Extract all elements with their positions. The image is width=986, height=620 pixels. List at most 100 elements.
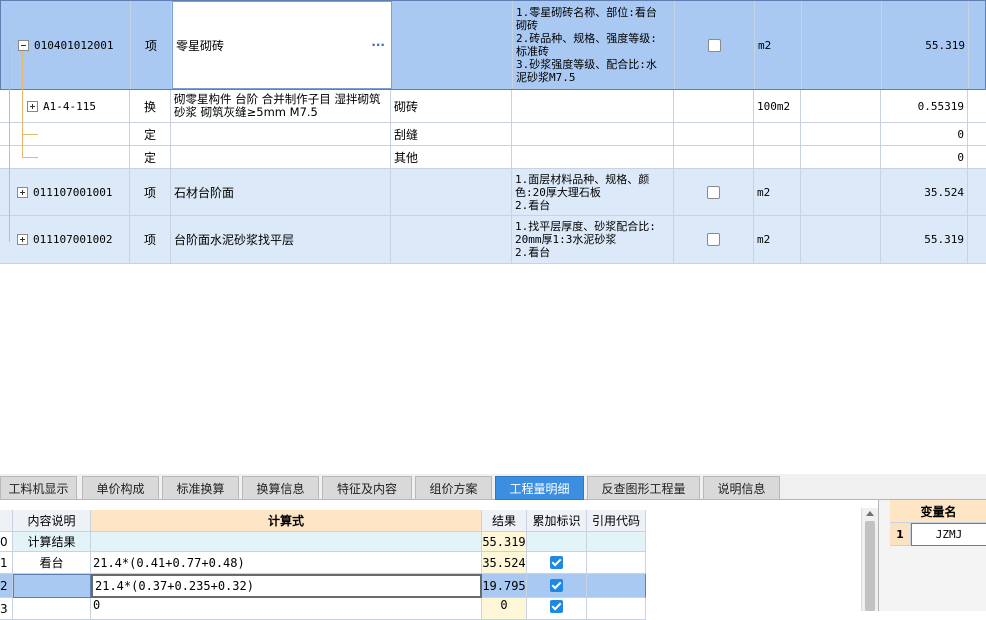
formula-cell-editing[interactable]: 21.4*(0.37+0.235+0.32) — [91, 574, 482, 598]
content-cell[interactable] — [391, 169, 512, 215]
features-cell[interactable] — [512, 146, 674, 168]
type-cell: 项 — [131, 1, 172, 89]
collapse-icon[interactable] — [18, 39, 29, 51]
accum-cell[interactable] — [527, 552, 587, 574]
extra-cell[interactable] — [801, 146, 881, 168]
features-cell[interactable]: 1.找平层厚度、砂浆配合比: 20mm厚1:3水泥砂浆 2.看台 — [512, 216, 674, 263]
code-cell[interactable]: 011107001001 — [0, 169, 130, 215]
expand-icon[interactable] — [17, 234, 28, 245]
checkbox-cell[interactable] — [675, 1, 755, 89]
item-checkbox[interactable] — [708, 38, 721, 52]
table-row[interactable]: 定 刮缝 0 — [0, 123, 986, 146]
tab-quantity-detail[interactable]: 工程量明细 — [495, 476, 584, 500]
unit-cell[interactable]: m2 — [754, 169, 801, 215]
tab-material-display[interactable]: 工料机显示 — [0, 476, 77, 500]
unit-cell[interactable] — [754, 146, 801, 168]
content-cell[interactable]: 其他 — [391, 146, 512, 168]
quantity-cell[interactable]: 0.55319 — [881, 90, 968, 122]
table-row-selected[interactable]: 010401012001 项 零星砌砖 ··· 1.零星砌砖名称、部位:看台 砌… — [0, 0, 986, 90]
code-cell[interactable]: 011107001002 — [0, 216, 130, 263]
features-cell[interactable] — [512, 90, 674, 122]
tab-features-content[interactable]: 特征及内容 — [322, 476, 412, 500]
extra-cell[interactable] — [802, 1, 882, 89]
checkbox-cell[interactable] — [674, 146, 754, 168]
formula-cell[interactable]: 21.4*(0.41+0.77+0.48) — [91, 552, 482, 574]
features-cell[interactable]: 1.面层材料品种、规格、颜 色:20厚大理石板 2.看台 — [512, 169, 674, 215]
expand-icon[interactable] — [17, 186, 28, 198]
ref-cell[interactable] — [587, 574, 646, 598]
unit-cell[interactable] — [754, 123, 801, 145]
item-checkbox[interactable] — [707, 233, 720, 246]
extra-cell[interactable] — [801, 90, 881, 122]
desc-cell[interactable]: 计算结果 — [13, 532, 91, 552]
content-cell[interactable] — [392, 1, 513, 89]
extra-cell[interactable] — [801, 216, 881, 263]
content-cell[interactable] — [391, 216, 512, 263]
name-cell[interactable] — [171, 146, 391, 168]
ref-cell[interactable] — [587, 552, 646, 574]
code-cell[interactable]: A1-4-115 — [0, 90, 130, 122]
name-cell-editing[interactable]: 零星砌砖 ··· — [172, 1, 392, 89]
unit-cell[interactable]: m2 — [754, 216, 801, 263]
checkbox-cell[interactable] — [674, 123, 754, 145]
item-type: 项 — [143, 233, 156, 247]
scrollbar-thumb[interactable] — [865, 521, 875, 611]
quantity-cell[interactable]: 55.319 — [882, 1, 969, 89]
features-cell[interactable] — [512, 123, 674, 145]
accum-cell[interactable] — [527, 532, 587, 552]
name-cell[interactable]: 台阶面水泥砂浆找平层 — [171, 216, 391, 263]
tab-conversion-info[interactable]: 换算信息 — [242, 476, 319, 500]
tab-description-info[interactable]: 说明信息 — [703, 476, 780, 500]
content-cell[interactable]: 砌砖 — [391, 90, 512, 122]
item-code: 011107001001 — [33, 185, 113, 199]
table-row[interactable]: 011107001002 项 台阶面水泥砂浆找平层 1.找平层厚度、砂浆配合比:… — [0, 216, 986, 264]
checkbox-cell[interactable] — [674, 90, 754, 122]
extra-cell[interactable] — [801, 169, 881, 215]
formula-cell[interactable]: 0 — [91, 598, 482, 620]
accum-cell[interactable] — [527, 574, 587, 598]
accumulate-checkbox[interactable] — [550, 556, 563, 569]
code-cell[interactable] — [0, 146, 130, 168]
scroll-up-icon[interactable] — [866, 511, 874, 516]
tab-reverse-graphic-quantity[interactable]: 反查图形工程量 — [587, 476, 700, 500]
unit-cell[interactable]: m2 — [755, 1, 802, 89]
table-row[interactable]: 定 其他 0 — [0, 146, 986, 169]
column-header-result: 结果 — [482, 510, 527, 532]
quantity-cell[interactable]: 0 — [881, 146, 968, 168]
more-options-button[interactable]: ··· — [371, 38, 385, 52]
content-cell[interactable]: 刮缝 — [391, 123, 512, 145]
column-header-desc: 内容说明 — [13, 510, 91, 532]
quantity-cell[interactable]: 55.319 — [881, 216, 968, 263]
desc-cell[interactable]: 看台 — [13, 552, 91, 574]
vertical-scrollbar[interactable] — [861, 508, 878, 611]
features-cell[interactable]: 1.零星砌砖名称、部位:看台 砌砖 2.砖品种、规格、强度等级: 标准砖 3.砂… — [513, 1, 675, 89]
name-cell[interactable]: 砌零星构件 台阶 合并制作子目 湿拌砌筑砂浆 砌筑灰缝≥5mm M7.5 — [171, 90, 391, 122]
variable-name-cell[interactable]: JZMJ — [911, 523, 986, 546]
desc-cell[interactable] — [13, 598, 91, 620]
item-checkbox[interactable] — [707, 185, 720, 199]
accum-cell[interactable] — [527, 598, 587, 620]
quantity-cell[interactable]: 35.524 — [881, 169, 968, 215]
extra-cell[interactable] — [801, 123, 881, 145]
tab-pricing-plan[interactable]: 组价方案 — [415, 476, 492, 500]
table-row[interactable]: 011107001001 项 石材台阶面 1.面层材料品种、规格、颜 色:20厚… — [0, 169, 986, 216]
checkbox-cell[interactable] — [674, 216, 754, 263]
tab-standard-conversion[interactable]: 标准换算 — [162, 476, 239, 500]
accumulate-checkbox[interactable] — [550, 579, 563, 592]
code-cell[interactable] — [0, 123, 130, 145]
name-cell[interactable] — [171, 123, 391, 145]
unit-cell[interactable]: 100m2 — [754, 90, 801, 122]
name-cell[interactable]: 石材台阶面 — [171, 169, 391, 215]
formula-cell[interactable] — [91, 532, 482, 552]
desc-cell[interactable] — [13, 574, 91, 598]
type-cell: 定 — [130, 123, 171, 145]
quantity-cell[interactable]: 0 — [881, 123, 968, 145]
table-row[interactable]: A1-4-115 换 砌零星构件 台阶 合并制作子目 湿拌砌筑砂浆 砌筑灰缝≥5… — [0, 90, 986, 123]
tab-unit-price[interactable]: 单价构成 — [82, 476, 159, 500]
checkbox-cell[interactable] — [674, 169, 754, 215]
accumulate-checkbox[interactable] — [550, 600, 563, 613]
code-cell[interactable]: 010401012001 — [1, 1, 131, 89]
expand-icon[interactable] — [27, 100, 38, 112]
ref-cell[interactable] — [587, 598, 646, 620]
ref-cell[interactable] — [587, 532, 646, 552]
